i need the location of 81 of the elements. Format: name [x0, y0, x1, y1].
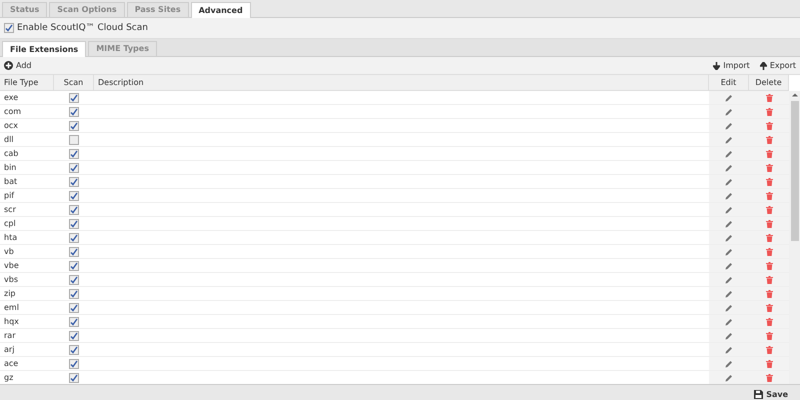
scrollbar[interactable]: [789, 91, 800, 384]
table-cell: eml: [4, 303, 19, 312]
checkbox[interactable]: [69, 162, 79, 172]
checkbox[interactable]: [69, 134, 79, 144]
trash-icon[interactable]: [766, 150, 772, 158]
trash-icon[interactable]: [766, 178, 772, 186]
checkbox[interactable]: [69, 330, 79, 340]
checkbox[interactable]: [69, 176, 79, 186]
tab[interactable]: File Extensions: [2, 41, 86, 57]
table-cell: arj: [4, 345, 14, 354]
table-cell: hqx: [4, 317, 19, 326]
checkbox[interactable]: [4, 23, 14, 33]
table-cell: hta: [4, 233, 18, 242]
checkbox[interactable]: [69, 358, 79, 368]
checkbox[interactable]: [69, 302, 79, 312]
table-cell: bin: [4, 163, 16, 172]
table-cell: dll: [4, 135, 14, 144]
table-cell: ace: [4, 359, 18, 368]
checkbox[interactable]: [69, 288, 79, 298]
checkbox[interactable]: [69, 260, 79, 270]
column-header: File Type: [4, 78, 38, 87]
table-cell: vb: [4, 247, 14, 256]
trash-icon[interactable]: [766, 220, 772, 228]
table-cell: pif: [4, 191, 14, 200]
trash-icon[interactable]: [766, 122, 772, 130]
checkbox[interactable]: [69, 92, 79, 102]
trash-icon[interactable]: [766, 94, 772, 102]
table-cell: vbs: [4, 275, 18, 284]
trash-icon[interactable]: [766, 332, 772, 340]
checkbox[interactable]: [69, 204, 79, 214]
arrow-down-icon: [713, 62, 720, 70]
table-cell: com: [4, 107, 22, 116]
trash-icon[interactable]: [766, 248, 772, 256]
checkbox[interactable]: [69, 316, 79, 326]
arrow-up-icon: [760, 62, 767, 70]
trash-icon[interactable]: [766, 290, 772, 298]
add-button[interactable]: Add: [4, 61, 32, 70]
checkbox[interactable]: [69, 120, 79, 130]
column-header: Scan: [64, 78, 84, 87]
trash-icon[interactable]: [766, 192, 772, 200]
checkbox[interactable]: [69, 274, 79, 284]
table-cell: zip: [4, 289, 16, 298]
table-cell: cpl: [4, 219, 16, 228]
trash-icon[interactable]: [766, 360, 772, 368]
import-button[interactable]: Import: [713, 61, 750, 70]
export-button[interactable]: Export: [760, 61, 796, 70]
scroll-up-icon[interactable]: [792, 91, 798, 99]
column-header: Edit: [720, 78, 736, 87]
trash-icon[interactable]: [766, 276, 772, 284]
table-cell: ocx: [4, 121, 18, 130]
checkbox[interactable]: [69, 232, 79, 242]
trash-icon[interactable]: [766, 164, 772, 172]
trash-icon[interactable]: [766, 136, 772, 144]
trash-icon[interactable]: [766, 346, 772, 354]
column-header: Description: [98, 78, 144, 87]
plus-circle-icon: [4, 61, 13, 70]
checkbox[interactable]: [69, 148, 79, 158]
column-header: Delete: [755, 78, 782, 87]
table-cell: vbe: [4, 261, 19, 270]
table-cell: rar: [4, 331, 16, 340]
trash-icon[interactable]: [766, 206, 772, 214]
table-cell: gz: [4, 373, 14, 382]
checkbox-label: Enable ScoutIQ™ Cloud Scan: [17, 23, 148, 33]
save-button[interactable]: Save: [748, 388, 794, 400]
trash-icon[interactable]: [766, 234, 772, 242]
tab[interactable]: Advanced: [190, 2, 251, 18]
checkbox[interactable]: [69, 190, 79, 200]
trash-icon[interactable]: [766, 262, 772, 270]
table-cell: bat: [4, 177, 18, 186]
checkbox[interactable]: [69, 246, 79, 256]
trash-icon[interactable]: [766, 108, 772, 116]
checkbox[interactable]: [69, 344, 79, 354]
table-cell: cab: [4, 149, 18, 158]
trash-icon[interactable]: [766, 374, 772, 382]
checkbox[interactable]: [69, 372, 79, 382]
checkbox[interactable]: [69, 218, 79, 228]
checkbox[interactable]: [69, 106, 79, 116]
trash-icon[interactable]: [766, 304, 772, 312]
trash-icon[interactable]: [766, 318, 772, 326]
table-cell: scr: [4, 205, 16, 214]
table-cell: exe: [4, 93, 18, 102]
